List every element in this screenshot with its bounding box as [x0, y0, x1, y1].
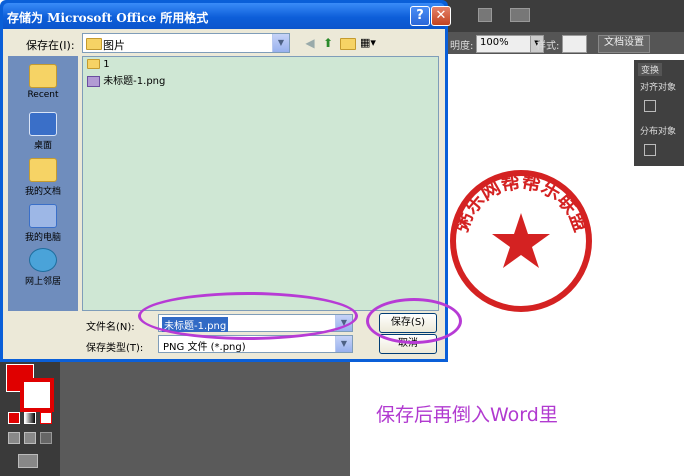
- views-menu-icon[interactable]: ▦▾: [358, 35, 378, 51]
- place-desktop[interactable]: 桌面: [8, 112, 78, 151]
- save-button-highlight-ellipse: [366, 298, 462, 344]
- align-panel: 变换 对齐对象 分布对象: [634, 60, 684, 166]
- filename-label: 文件名(N):: [86, 322, 135, 333]
- dialog-title: 存储为 Microsoft Office 所用格式: [7, 11, 209, 25]
- distribute-icon[interactable]: [644, 144, 656, 156]
- list-item[interactable]: 未标题-1.png: [87, 72, 165, 87]
- instruction-caption: 保存后再倒入Word里: [376, 404, 558, 426]
- place-recent[interactable]: Recent: [8, 64, 78, 100]
- file-list[interactable]: 1 未标题-1.png: [82, 56, 439, 311]
- places-bar: Recent 桌面 我的文档 我的电脑 网上邻居: [8, 56, 78, 311]
- save-in-dropdown[interactable]: 图片 ▼: [82, 33, 290, 53]
- arrange-documents-icon[interactable]: [510, 8, 530, 22]
- gradient-mode-icon[interactable]: [24, 412, 36, 424]
- network-icon: [29, 248, 57, 272]
- distribute-objects-label: 分布对象: [640, 127, 677, 137]
- dialog-titlebar[interactable]: 存储为 Microsoft Office 所用格式 ? ✕: [3, 3, 451, 29]
- screen-mode-icon[interactable]: [18, 454, 38, 468]
- save-in-value: 图片: [103, 39, 125, 52]
- help-icon: ?: [416, 8, 424, 23]
- panel-tab-transform[interactable]: 变换: [638, 63, 663, 76]
- bridge-icon[interactable]: [478, 8, 492, 22]
- place-label: 我的文档: [24, 187, 61, 197]
- star-icon: [492, 213, 550, 268]
- up-folder-icon[interactable]: ⬆: [320, 35, 336, 51]
- illustrator-menubar: [430, 0, 684, 32]
- align-left-icon[interactable]: [644, 100, 656, 112]
- draw-inside-icon[interactable]: [40, 432, 52, 444]
- place-label: Recent: [27, 90, 59, 100]
- close-icon: ✕: [435, 8, 447, 23]
- chevron-down-icon[interactable]: ▼: [335, 336, 352, 352]
- png-file-icon: [87, 75, 100, 87]
- close-button[interactable]: ✕: [431, 6, 451, 26]
- my-documents-icon: [29, 158, 57, 182]
- new-folder-icon[interactable]: [339, 35, 356, 51]
- style-swatch[interactable]: [562, 35, 587, 53]
- place-my-documents[interactable]: 我的文档: [8, 158, 78, 197]
- desktop-icon: [29, 112, 57, 136]
- red-seal-stamp: 粥乐网帮帮乐联盟: [450, 170, 592, 312]
- place-label: 我的电脑: [24, 233, 61, 243]
- draw-behind-icon[interactable]: [24, 432, 36, 444]
- filetype-label: 保存类型(T):: [86, 343, 144, 354]
- folder-icon: [86, 38, 102, 50]
- align-objects-label: 对齐对象: [640, 83, 677, 93]
- file-name: 1: [103, 59, 110, 70]
- back-icon[interactable]: ◀: [302, 35, 318, 51]
- document-setup-button[interactable]: 文档设置: [598, 35, 650, 53]
- chevron-down-icon[interactable]: ▼: [272, 34, 289, 52]
- opacity-input[interactable]: 100%: [476, 35, 535, 53]
- illustrator-toolbar: [0, 360, 60, 476]
- folder-icon: [87, 59, 100, 69]
- none-mode-icon[interactable]: [40, 412, 52, 424]
- draw-normal-icon[interactable]: [8, 432, 20, 444]
- stroke-color-swatch[interactable]: [20, 378, 54, 412]
- color-mode-icon[interactable]: [8, 412, 20, 424]
- place-my-computer[interactable]: 我的电脑: [8, 204, 78, 243]
- filetype-value: PNG 文件 (*.png): [163, 342, 246, 353]
- save-in-label: 保存在(I):: [26, 39, 75, 52]
- file-name: 未标题-1.png: [103, 76, 166, 87]
- style-label: 样式:: [536, 41, 560, 52]
- place-label: 网上邻居: [24, 277, 61, 287]
- help-button[interactable]: ?: [410, 6, 430, 26]
- opacity-label: 明度:: [450, 41, 474, 52]
- place-label: 桌面: [33, 141, 52, 151]
- my-computer-icon: [29, 204, 57, 228]
- list-item[interactable]: 1: [87, 59, 110, 70]
- place-network[interactable]: 网上邻居: [8, 248, 78, 287]
- illustrator-control-bar: 明度: 100% ▼ 样式: 文档设置: [430, 32, 684, 54]
- recent-folder-icon: [29, 64, 57, 88]
- filename-highlight-ellipse: [138, 292, 358, 340]
